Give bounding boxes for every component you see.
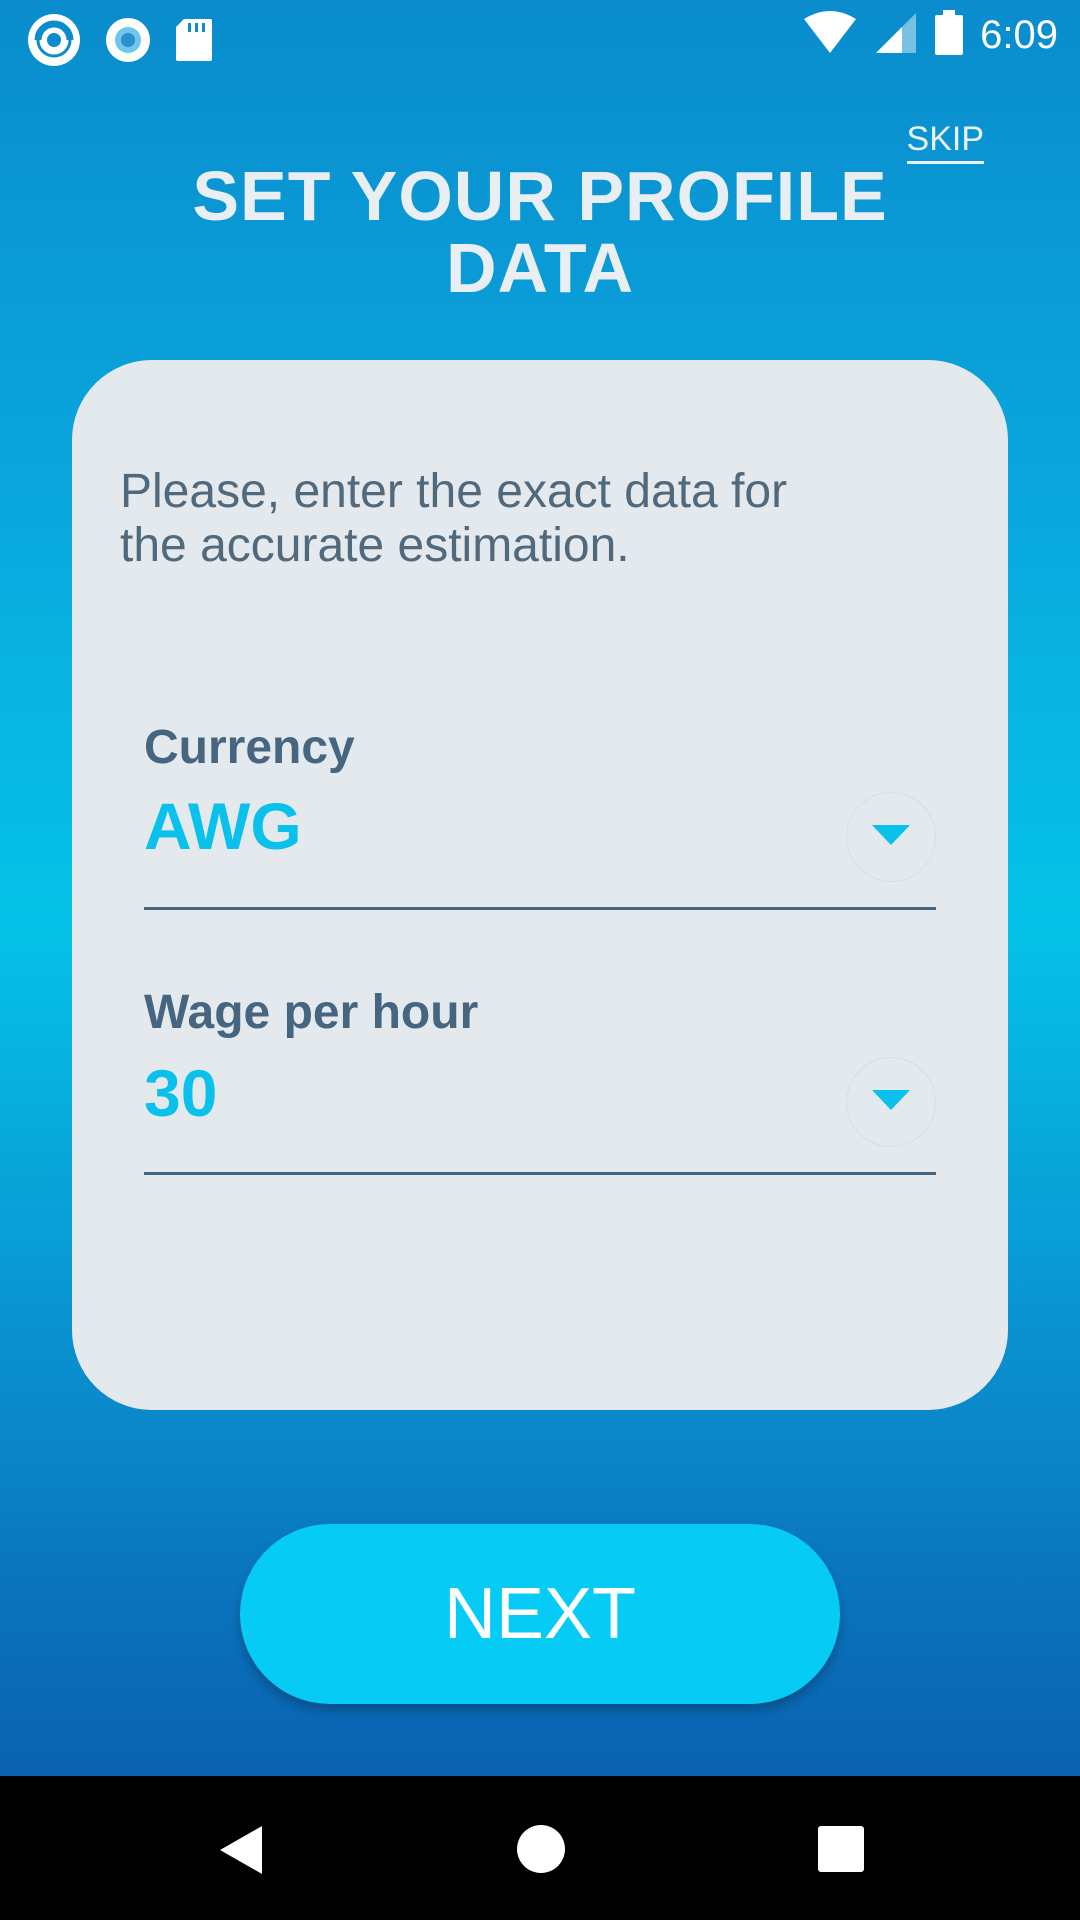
intro-line1: Please, enter the exact data for <box>120 465 788 518</box>
wifi-icon <box>802 11 858 59</box>
recents-icon[interactable] <box>818 1826 864 1876</box>
page-title-line1: SET YOUR PROFILE <box>192 157 888 235</box>
status-bar: 6:09 <box>0 0 1080 72</box>
next-button[interactable]: NEXT <box>240 1524 840 1704</box>
wage-underline <box>144 1172 936 1175</box>
wage-label: Wage per hour <box>144 986 479 1039</box>
battery-icon <box>934 10 964 60</box>
currency-label: Currency <box>144 721 355 774</box>
wage-dropdown-button[interactable] <box>846 1057 936 1147</box>
record-icon <box>104 16 152 68</box>
chevron-down-icon <box>872 825 910 849</box>
chevron-down-icon <box>872 1090 910 1114</box>
sd-card-icon <box>174 17 214 67</box>
skip-link[interactable]: SKIP <box>906 120 984 164</box>
status-time: 6:09 <box>980 12 1058 57</box>
intro-text: Please, enter the exact data for the acc… <box>120 465 940 573</box>
page-title-line2: DATA <box>445 229 635 307</box>
wage-field[interactable]: Wage per hour 30 <box>144 985 936 1175</box>
app-logo-icon <box>26 12 82 72</box>
currency-underline <box>144 907 936 910</box>
navigation-bar <box>0 1776 1080 1920</box>
wage-value[interactable]: 30 <box>144 1055 217 1131</box>
currency-value[interactable]: AWG <box>144 788 302 864</box>
profile-card: Please, enter the exact data for the acc… <box>72 360 1008 1410</box>
currency-field[interactable]: Currency AWG <box>144 720 936 910</box>
signal-icon <box>874 11 918 59</box>
back-icon[interactable] <box>216 1824 264 1880</box>
home-icon[interactable] <box>516 1824 566 1878</box>
page-title: SET YOUR PROFILE DATA <box>150 160 930 304</box>
currency-dropdown-button[interactable] <box>846 792 936 882</box>
intro-line2: the accurate estimation. <box>120 519 630 572</box>
